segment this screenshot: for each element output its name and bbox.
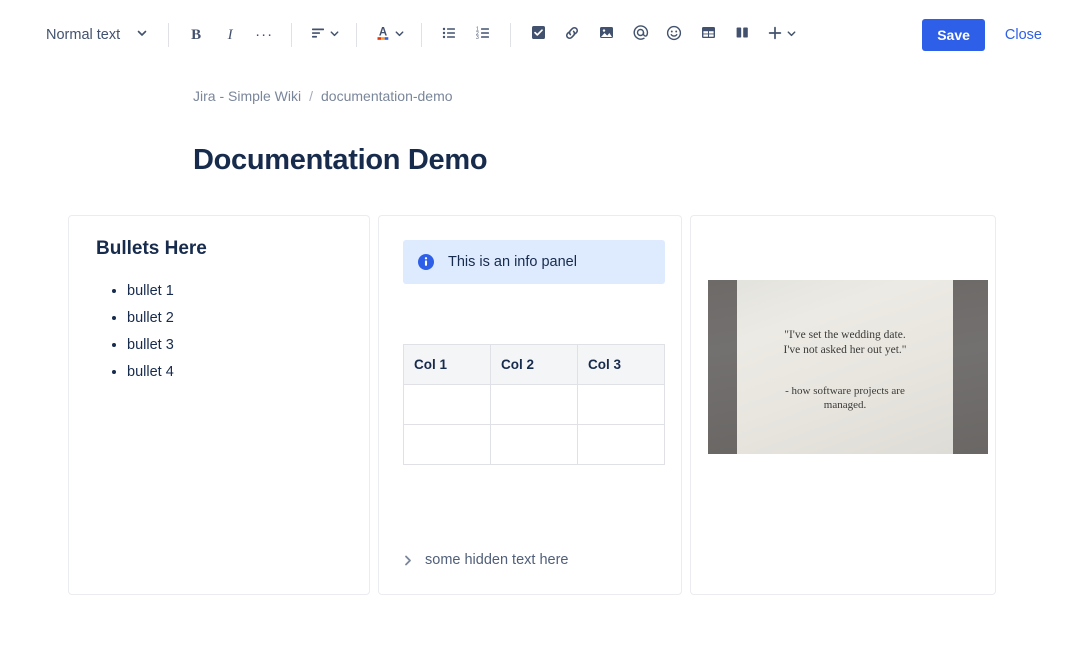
list-item: bullet 2 (127, 305, 353, 332)
bullet-list: bullet 1 bullet 2 bullet 3 bullet 4 (85, 278, 353, 386)
photo-quote-line-1: "I've set the wedding date. (784, 329, 906, 341)
table-cell[interactable] (577, 424, 665, 465)
toolbar-divider (356, 23, 358, 47)
table-cell[interactable] (403, 384, 491, 425)
table-header-row: Col 1 Col 2 Col 3 (403, 344, 665, 385)
toolbar-divider (510, 23, 512, 47)
photo-attribution-text: - how software projects are managed. (769, 384, 921, 412)
checkbox-icon (531, 25, 546, 45)
numbered-list-icon: 1 2 3 (475, 25, 491, 46)
table-row (403, 384, 665, 425)
table-cell[interactable] (490, 384, 578, 425)
table-cell[interactable] (403, 424, 491, 465)
photo-right-edge (953, 280, 988, 454)
table-column-header[interactable]: Col 3 (577, 344, 665, 385)
mention-at-icon (632, 24, 649, 46)
toolbar-divider (291, 23, 293, 47)
ellipsis-icon: ··· (255, 26, 274, 43)
chevron-right-icon[interactable] (403, 554, 414, 567)
list-item: bullet 1 (127, 278, 353, 305)
layout-column-middle: This is an info panel Col 1 Col 2 Col 3 (378, 215, 682, 595)
toolbar-divider (421, 23, 423, 47)
chevron-down-icon (136, 27, 148, 43)
svg-text:3: 3 (476, 35, 479, 41)
breadcrumb: Jira - Simple Wiki / documentation-demo (0, 70, 1068, 104)
chevron-down-icon (329, 26, 340, 44)
text-align-icon (310, 25, 326, 46)
bold-button[interactable]: B (180, 19, 212, 51)
text-color-button[interactable]: A (368, 19, 410, 51)
emoji-button[interactable] (658, 19, 690, 51)
text-align-button[interactable] (303, 19, 345, 51)
toolbar-list-group: 1 2 3 (433, 19, 499, 51)
table-icon (701, 25, 716, 45)
document-body: Jira - Simple Wiki / documentation-demo … (0, 70, 1068, 595)
numbered-list-button[interactable]: 1 2 3 (467, 19, 499, 51)
bullets-heading: Bullets Here (96, 238, 207, 259)
data-table[interactable]: Col 1 Col 2 Col 3 (403, 344, 665, 465)
table-column-header[interactable]: Col 1 (403, 344, 491, 385)
chevron-down-icon (786, 26, 797, 44)
chevron-down-icon (394, 26, 405, 44)
text-style-dropdown[interactable]: Normal text (34, 22, 157, 48)
editor-toolbar: Normal text B I ··· A 1 2 3 Save Close (0, 0, 1068, 70)
plus-icon (767, 25, 783, 46)
toolbar-format-group: B I ··· (180, 19, 280, 51)
columns-layout: Bullets Here bullet 1 bullet 2 bullet 3 … (68, 215, 996, 595)
layout-button[interactable] (726, 19, 758, 51)
toolbar-right-group: Save Close (922, 19, 1048, 51)
photo-left-edge (708, 280, 737, 454)
close-button[interactable]: Close (999, 19, 1048, 51)
table-column-header[interactable]: Col 2 (490, 344, 578, 385)
toolbar-divider (168, 23, 170, 47)
breadcrumb-page-link[interactable]: documentation-demo (321, 88, 453, 104)
layout-column-left: Bullets Here bullet 1 bullet 2 bullet 3 … (68, 215, 370, 595)
text-style-label: Normal text (46, 27, 121, 43)
info-panel-text: This is an info panel (448, 254, 577, 270)
layout-column-right: "I've set the wedding date. I've not ask… (690, 215, 996, 595)
photo-quote-text: "I've set the wedding date. I've not ask… (783, 328, 906, 358)
action-item-button[interactable] (522, 19, 554, 51)
table-cell[interactable] (577, 384, 665, 425)
expand-label: some hidden text here (425, 552, 569, 568)
bold-icon: B (191, 26, 202, 43)
text-color-a-icon: A (375, 24, 391, 46)
columns-layout-icon (735, 25, 750, 45)
breadcrumb-space-link[interactable]: Jira - Simple Wiki (193, 88, 301, 104)
mention-button[interactable] (624, 19, 656, 51)
italic-button[interactable]: I (214, 19, 246, 51)
toolbar-insert-group (522, 19, 802, 51)
quote-photo[interactable]: "I've set the wedding date. I've not ask… (708, 280, 988, 454)
table-row (403, 424, 665, 465)
bullet-list-button[interactable] (433, 19, 465, 51)
table-header: Col 1 Col 2 Col 3 (403, 344, 665, 385)
image-button[interactable] (590, 19, 622, 51)
photo-quote-line-2: I've not asked her out yet." (783, 344, 907, 356)
breadcrumb-separator: / (309, 88, 314, 104)
photo-attribution-line-2: managed. (823, 399, 867, 411)
insert-more-button[interactable] (760, 19, 802, 51)
photo-paper: "I've set the wedding date. I've not ask… (737, 280, 953, 454)
list-item: bullet 3 (127, 332, 353, 359)
toolbar-left-group: Normal text B I ··· A 1 2 3 (34, 19, 802, 51)
link-button[interactable] (556, 19, 588, 51)
bullet-list-icon (441, 25, 457, 46)
table-body (403, 384, 665, 465)
list-item: bullet 4 (127, 359, 353, 386)
page-title[interactable]: Documentation Demo (0, 104, 1068, 177)
italic-icon: I (227, 26, 233, 43)
image-icon (599, 25, 614, 45)
more-formatting-button[interactable]: ··· (248, 19, 280, 51)
expand-section[interactable]: some hidden text here (403, 552, 568, 568)
link-icon (564, 25, 580, 46)
save-button[interactable]: Save (922, 19, 985, 51)
emoji-smiley-icon (666, 25, 682, 46)
info-circle-icon (417, 253, 435, 271)
table-button[interactable] (692, 19, 724, 51)
photo-attribution-line-1: - how software projects are (785, 385, 905, 397)
info-panel[interactable]: This is an info panel (403, 240, 665, 284)
svg-text:A: A (379, 27, 387, 39)
table-cell[interactable] (490, 424, 578, 465)
